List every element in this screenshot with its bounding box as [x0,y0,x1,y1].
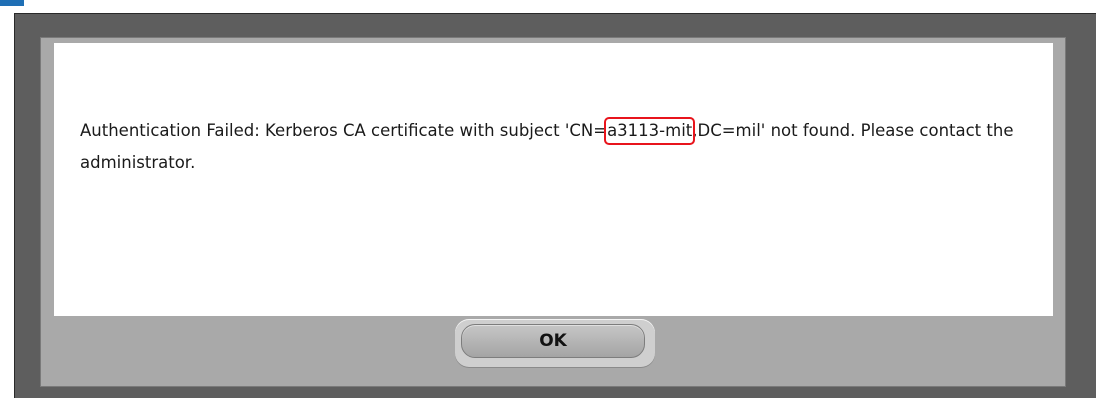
page-accent-bar [0,0,24,6]
error-dialog: Authentication Failed: Kerberos CA certi… [40,37,1066,387]
highlighted-hostname: a3113-mit [604,117,696,145]
message-area: Authentication Failed: Kerberos CA certi… [54,43,1053,316]
ok-button[interactable]: OK [461,324,645,358]
error-dialog-window: Authentication Failed: Kerberos CA certi… [14,13,1096,398]
error-message-text: Authentication Failed: Kerberos CA certi… [80,121,608,140]
dialog-button-bar: OK [41,316,1065,386]
error-message: Authentication Failed: Kerberos CA certi… [80,115,1040,179]
